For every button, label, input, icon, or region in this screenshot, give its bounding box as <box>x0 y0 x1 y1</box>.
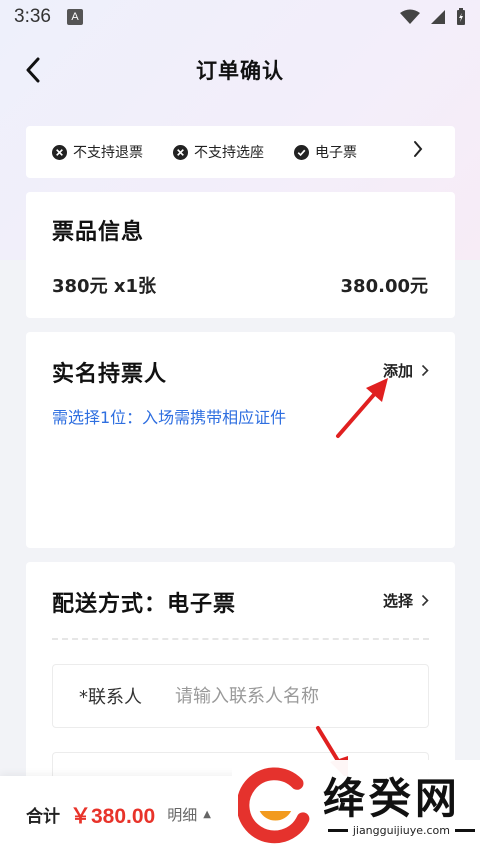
ticket-price-quantity: 380元 x1张 <box>52 276 156 297</box>
tag-label: 不支持退票 <box>73 145 143 161</box>
back-button[interactable] <box>18 54 48 86</box>
dashed-divider <box>52 638 429 640</box>
holder-requirement-hint: 需选择1位：入场需携带相应证件 <box>52 408 287 427</box>
total-label: 合计 <box>26 807 60 827</box>
watermark-brand: 绛癸网 <box>322 774 461 823</box>
tag-no-seat-selection: 不支持选座 <box>173 142 264 162</box>
close-circle-icon <box>52 144 67 160</box>
navigation-bar: 订单确认 <box>0 40 480 100</box>
contact-name-row: *联系人 <box>52 664 429 728</box>
decor-line <box>327 829 348 832</box>
close-circle-icon <box>173 144 188 160</box>
watermark-url: jiangguijiuye.com <box>352 824 450 837</box>
tag-label: 电子票 <box>315 145 357 161</box>
ticket-subtotal: 380.00元 <box>340 276 428 297</box>
tags-more-button[interactable] <box>413 140 423 162</box>
select-delivery-label: 选择 <box>382 592 413 610</box>
tag-no-refund: 不支持退票 <box>52 142 143 162</box>
watermark-text: 绛癸网 jiangguijiuye.com <box>323 776 480 837</box>
price-detail-button[interactable]: 明细 ▲ <box>167 804 211 825</box>
price-detail-label: 明细 <box>167 806 198 824</box>
caret-up-icon: ▲ <box>203 809 211 820</box>
chevron-right-icon <box>414 141 423 157</box>
ticket-holder-title: 实名持票人 <box>52 362 168 387</box>
notification-icon: A <box>66 9 83 25</box>
page-title: 订单确认 <box>196 59 284 83</box>
ticket-info-title: 票品信息 <box>52 220 145 245</box>
watermark: 绛癸网 jiangguijiuye.com <box>232 760 480 853</box>
chevron-left-icon <box>26 57 40 83</box>
check-circle-icon <box>294 144 309 160</box>
battery-icon <box>457 8 465 25</box>
watermark-url-row: jiangguijiuye.com <box>323 824 480 837</box>
tag-label: 不支持选座 <box>194 145 264 161</box>
chevron-right-icon <box>421 594 429 607</box>
status-icons <box>400 8 466 26</box>
chevron-right-icon <box>421 364 429 377</box>
ticket-info-card: 票品信息 380元 x1张 380.00元 <box>26 192 455 318</box>
delivery-title: 配送方式：电子票 <box>52 592 237 617</box>
status-time: 3:36 <box>14 6 51 27</box>
ticket-tags-card: 不支持退票 不支持选座 电子票 <box>26 126 455 178</box>
contact-name-input[interactable] <box>175 685 415 707</box>
tag-e-ticket: 电子票 <box>294 142 357 162</box>
wifi-icon <box>400 9 420 24</box>
site-logo-icon <box>238 767 310 843</box>
status-bar: 3:36 A <box>0 0 480 34</box>
annotation-arrow-icon <box>336 378 388 438</box>
signal-icon <box>431 10 445 24</box>
total-amount: ￥380.00 <box>70 804 156 828</box>
select-delivery-button[interactable]: 选择 <box>383 590 429 611</box>
decor-line <box>455 829 475 832</box>
contact-name-label: *联系人 <box>79 687 142 708</box>
